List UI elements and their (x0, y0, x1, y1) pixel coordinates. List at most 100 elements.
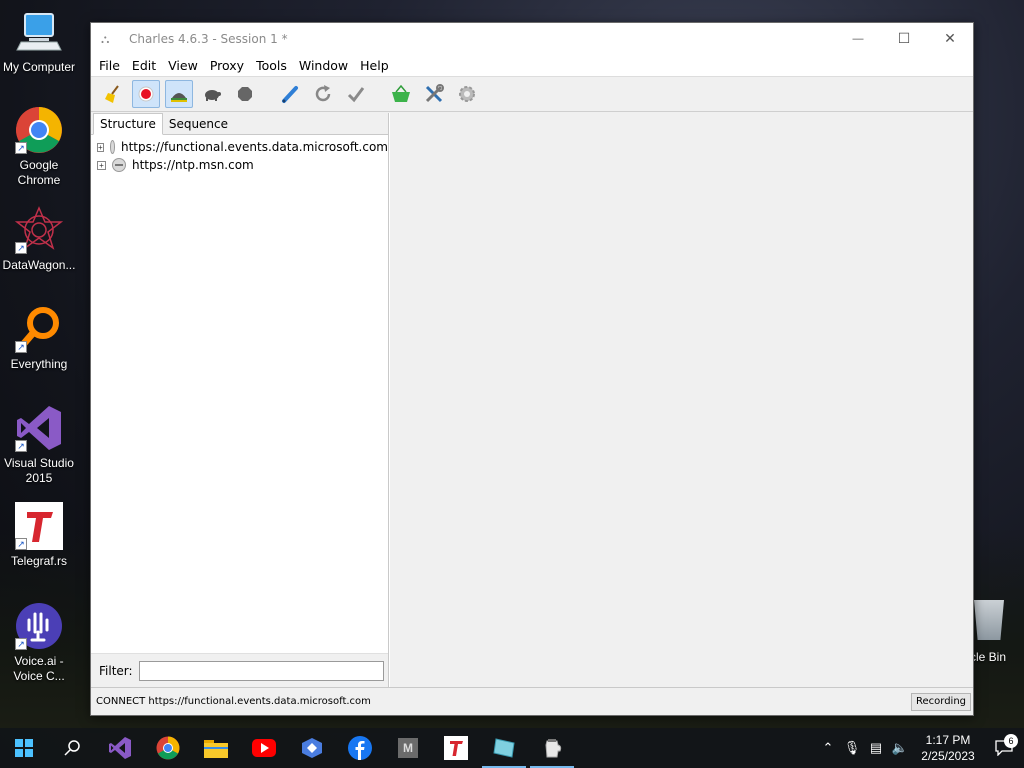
compose-button[interactable] (276, 80, 304, 108)
record-icon (138, 86, 154, 102)
taskbar-chrome[interactable] (144, 728, 192, 768)
file-explorer-icon (204, 740, 228, 758)
desktop-icon-telegraf[interactable]: ↗ Telegraf.rs (0, 502, 78, 569)
menu-bar: File Edit View Proxy Tools Window Help (91, 54, 973, 77)
desktop-icon-recycle-bin[interactable]: cle Bin (968, 600, 1024, 664)
recording-status-badge[interactable]: Recording (910, 693, 971, 711)
maximize-button[interactable]: ☐ (881, 23, 927, 54)
stop-button[interactable] (231, 80, 259, 108)
shortcut-arrow-icon: ↗ (15, 341, 27, 353)
tab-sequence[interactable]: Sequence (163, 114, 234, 134)
desktop-icon-voice-ai[interactable]: ↗ Voice.ai - Voice C... (0, 602, 78, 684)
settings-button[interactable] (453, 80, 481, 108)
taskbar-visual-studio[interactable] (96, 728, 144, 768)
turtle-icon (205, 90, 221, 101)
checkmark-icon (347, 87, 365, 103)
desktop-icon-google-chrome[interactable]: ↗ Google Chrome (0, 106, 78, 188)
facebook-icon (348, 736, 372, 760)
youtube-icon (252, 739, 276, 757)
desktop-icon-datawagon[interactable]: ↗ DataWagon... (0, 206, 78, 273)
charles-taskbar-icon (493, 738, 515, 758)
clock-date: 2/25/2023 (921, 749, 975, 763)
desktop-icon-label: Google Chrome (17, 158, 61, 187)
expand-icon[interactable]: + (97, 160, 106, 170)
network-icon[interactable]: ▤ (864, 740, 888, 756)
telegraf-icon: ↗ (15, 502, 63, 550)
start-button[interactable] (0, 728, 48, 768)
throttle-button[interactable] (165, 80, 193, 108)
tree-row[interactable]: + https://ntp.msn.com (91, 156, 388, 174)
taskbar-clock[interactable]: 1:17 PM 2/25/2023 (912, 732, 984, 764)
clear-session-button[interactable] (99, 80, 127, 108)
repeat-button[interactable] (309, 80, 337, 108)
visual-studio-icon (109, 737, 131, 759)
desktop-icon-label: Visual Studio 2015 (4, 456, 74, 485)
charles-window: ⛬ Charles 4.6.3 - Session 1 * — ☐ ✕ File… (90, 22, 974, 716)
shortcut-arrow-icon: ↗ (15, 142, 27, 154)
volume-icon[interactable]: 🔈 (888, 740, 912, 756)
window-title: Charles 4.6.3 - Session 1 * (129, 31, 288, 46)
desktop-icon-visual-studio[interactable]: ↗ Visual Studio 2015 (0, 404, 78, 486)
tools-button[interactable] (420, 80, 448, 108)
throttle-icon (171, 93, 187, 102)
detail-pane (389, 113, 973, 687)
menu-tools[interactable]: Tools (250, 58, 293, 73)
taskbar-file-explorer[interactable] (192, 728, 240, 768)
menu-proxy[interactable]: Proxy (204, 58, 250, 73)
desktop-icon-label: cle Bin (970, 650, 1007, 664)
desktop-icon-everything[interactable]: ↗ Everything (0, 305, 78, 372)
minimize-button[interactable]: — (835, 23, 881, 54)
taskbar-charles-active[interactable] (480, 728, 528, 768)
microphone-icon[interactable]: 🎙 (840, 740, 864, 756)
menu-window[interactable]: Window (293, 58, 354, 73)
filter-input[interactable] (138, 660, 384, 681)
notification-center-button[interactable]: 6 (984, 734, 1024, 756)
taskbar-charles-jug[interactable] (528, 728, 576, 768)
filter-label: Filter: (99, 663, 133, 678)
clock-time: 1:17 PM (925, 733, 971, 747)
shortcut-arrow-icon: ↗ (15, 638, 27, 650)
title-bar[interactable]: ⛬ Charles 4.6.3 - Session 1 * — ☐ ✕ (91, 23, 973, 54)
menu-view[interactable]: View (162, 58, 204, 73)
breakpoints-button[interactable] (198, 80, 226, 108)
desktop-icon-my-computer[interactable]: My Computer (0, 8, 78, 75)
shortcut-arrow-icon: ↗ (15, 538, 27, 550)
expand-icon[interactable]: + (97, 142, 104, 152)
chrome-icon (156, 736, 180, 760)
taskbar-screenshot-app[interactable] (288, 728, 336, 768)
taskbar-m-app[interactable]: M (384, 728, 432, 768)
chevron-up-icon[interactable]: ⌃ (816, 740, 840, 756)
shopping-basket-button[interactable] (387, 80, 415, 108)
menu-edit[interactable]: Edit (126, 58, 162, 73)
view-tabs: Structure Sequence (91, 113, 388, 135)
taskbar-telegraf[interactable] (432, 728, 480, 768)
validate-button[interactable] (342, 80, 370, 108)
desktop-icon-label: Everything (10, 357, 68, 371)
host-tree: + https://functional.events.data.microso… (91, 135, 388, 174)
voice-ai-icon: ↗ (15, 602, 63, 650)
tree-row[interactable]: + https://functional.events.data.microso… (91, 138, 388, 156)
menu-help[interactable]: Help (354, 58, 395, 73)
status-text: CONNECT https://functional.events.data.m… (96, 696, 371, 707)
stop-hexagon-icon (238, 87, 252, 101)
taskbar-youtube[interactable] (240, 728, 288, 768)
tab-structure[interactable]: Structure (93, 113, 163, 135)
charles-jug-icon (545, 739, 562, 758)
charles-jug-icon: ⛬ (101, 31, 110, 46)
close-button[interactable]: ✕ (927, 23, 973, 54)
taskbar-search-button[interactable] (48, 728, 96, 768)
status-bar: CONNECT https://functional.events.data.m… (91, 687, 973, 715)
desktop-icon-label: Telegraf.rs (10, 554, 68, 568)
close-icon: ✕ (944, 30, 956, 46)
menu-file[interactable]: File (93, 58, 126, 73)
desktop-icon-label: DataWagon... (2, 258, 76, 272)
record-button[interactable] (132, 80, 160, 108)
navigator-pane: Structure Sequence + https://functional.… (91, 113, 389, 687)
shortcut-arrow-icon: ↗ (15, 242, 27, 254)
m-app-icon: M (398, 738, 418, 758)
chrome-icon: ↗ (15, 106, 63, 154)
globe-icon (112, 158, 126, 172)
taskbar-facebook[interactable] (336, 728, 384, 768)
main-panes: Structure Sequence + https://functional.… (91, 113, 973, 687)
broom-icon (105, 85, 119, 103)
